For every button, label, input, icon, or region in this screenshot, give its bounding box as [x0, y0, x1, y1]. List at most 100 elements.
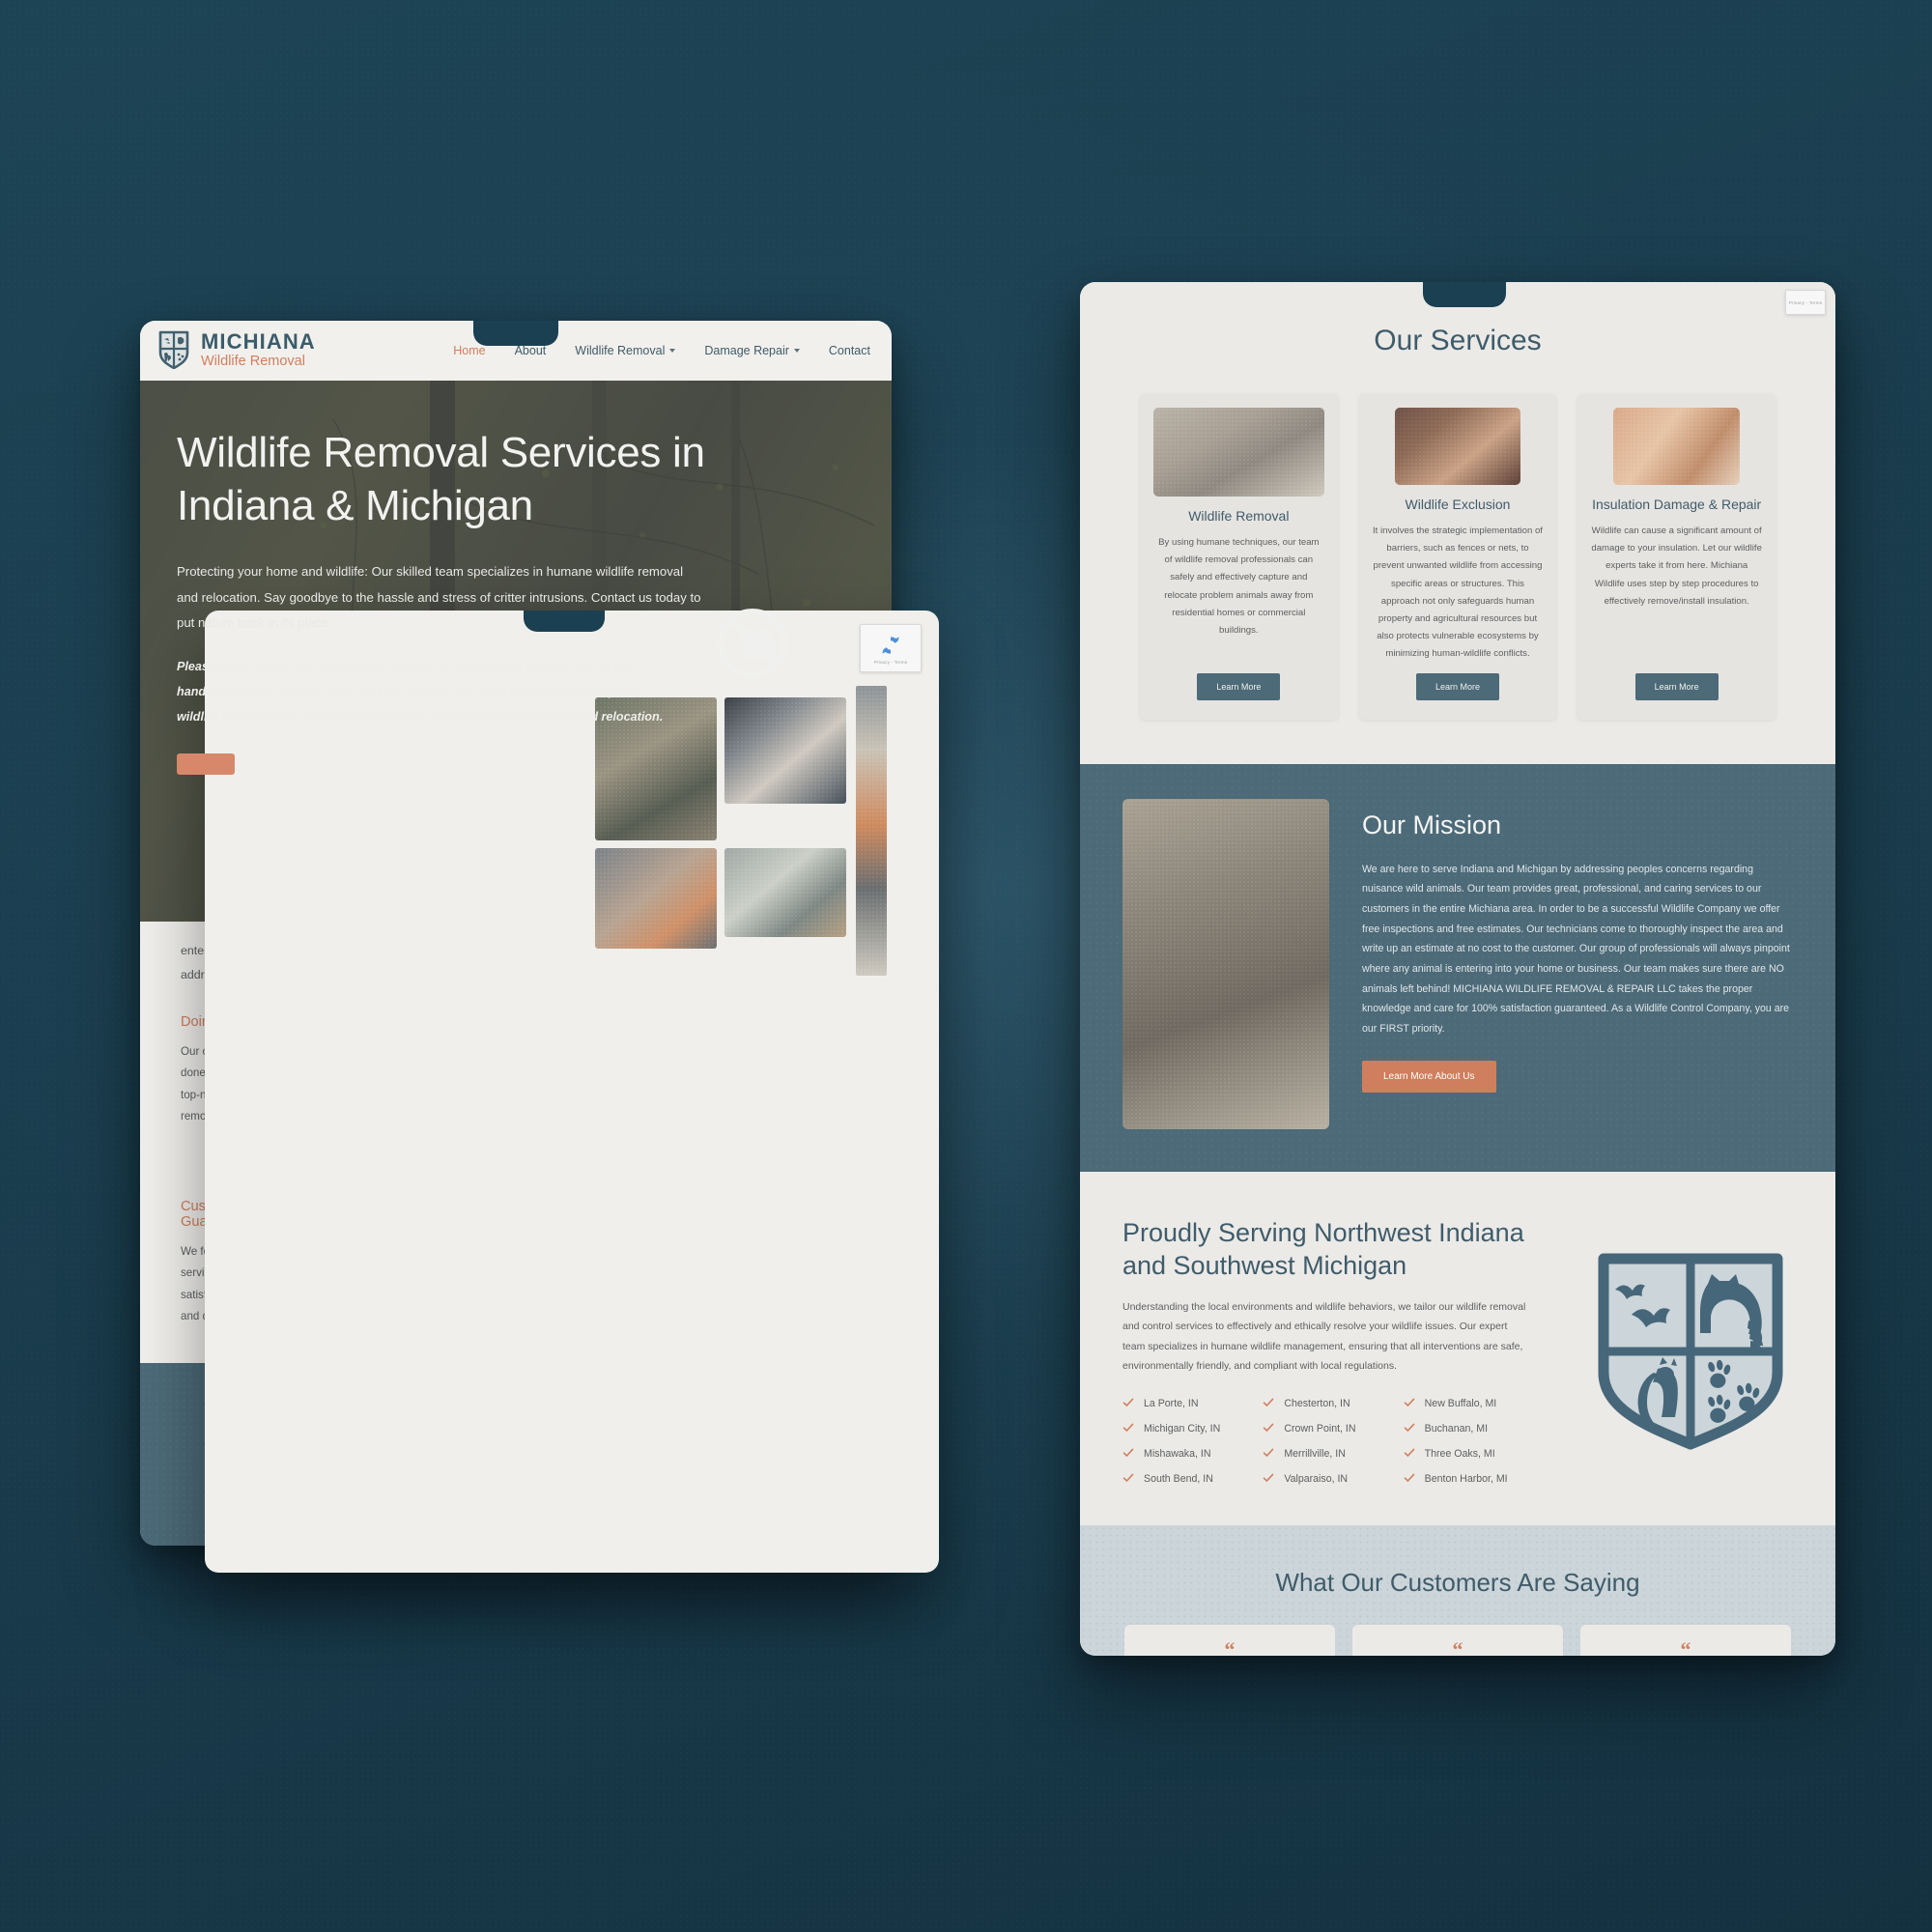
our-services-heading: Our Services — [1374, 325, 1542, 356]
city-label: New Buffalo, MI — [1424, 1398, 1497, 1410]
shield-logo-icon — [157, 328, 190, 374]
main-nav: Home About Wildlife Removal Damage Repai… — [453, 344, 870, 357]
city-item: South Bend, IN — [1122, 1472, 1257, 1487]
learn-more-button[interactable]: Learn More — [1415, 672, 1499, 700]
service-title: Insulation Damage & Repair — [1592, 497, 1762, 512]
city-label: La Porte, IN — [1144, 1398, 1199, 1410]
service-city-grid: La Porte, IN Chesterton, IN New Buffalo,… — [1122, 1397, 1538, 1487]
serving-paragraph: Understanding the local environments and… — [1122, 1301, 1526, 1372]
animal-cage-photo — [724, 848, 846, 937]
check-icon — [1263, 1472, 1274, 1487]
testimonial-card[interactable]: “ — [1124, 1624, 1335, 1656]
our-mission-heading: Our Mission — [1362, 810, 1502, 839]
learn-more-button[interactable]: Learn More — [1634, 672, 1719, 700]
check-icon — [1122, 1447, 1134, 1462]
shield-crest-icon — [1588, 1216, 1793, 1487]
learn-more-button[interactable]: Learn More — [1197, 672, 1281, 700]
nav-item-damage-repair[interactable]: Damage Repair — [704, 344, 800, 357]
city-label: Merrillville, IN — [1284, 1448, 1346, 1461]
city-label: Mishawaka, IN — [1144, 1448, 1211, 1461]
hero-note: Please note: We are not a sanctuary, res… — [177, 660, 664, 724]
nav-item-contact[interactable]: Contact — [829, 344, 870, 357]
service-title: Wildlife Exclusion — [1405, 497, 1511, 512]
check-icon — [1404, 1472, 1415, 1487]
serving-heading: Proudly Serving Northwest Indiana and So… — [1122, 1217, 1524, 1280]
check-icon — [1404, 1397, 1415, 1411]
city-label: Three Oaks, MI — [1424, 1448, 1495, 1461]
city-item: Mishawaka, IN — [1122, 1447, 1257, 1462]
testimonials-heading: What Our Customers Are Saying — [1275, 1567, 1640, 1597]
testimonial-card-grid: “ “ “ — [1080, 1598, 1835, 1656]
service-desc: By using humane techniques, our team of … — [1158, 536, 1320, 636]
our-mission-section: Our Mission We are here to serve Indiana… — [1080, 763, 1835, 1172]
recaptcha-badge[interactable]: Privacy - Terms — [860, 624, 922, 672]
opossum-photo — [1153, 408, 1324, 497]
nav-item-home[interactable]: Home — [453, 344, 485, 357]
window-notch — [1423, 282, 1506, 307]
attic-insulation-photo — [1613, 408, 1741, 485]
chevron-down-icon — [793, 349, 800, 353]
city-item: Michigan City, IN — [1122, 1422, 1257, 1436]
city-item: Three Oaks, MI — [1404, 1447, 1538, 1462]
no-domestic-pets-icon — [714, 605, 791, 682]
nav-item-about[interactable]: About — [515, 344, 547, 357]
testimonials-section: What Our Customers Are Saying “ “ “ — [1080, 1524, 1835, 1656]
brand-tagline: Wildlife Removal — [201, 354, 305, 370]
check-icon — [1263, 1447, 1274, 1462]
sidebar-photo-strip — [856, 686, 887, 976]
quote-icon: “ — [1224, 1636, 1236, 1656]
testimonial-card[interactable]: “ — [1352, 1624, 1563, 1656]
recaptcha-badge[interactable]: Privacy - Terms — [1785, 290, 1826, 315]
city-label: Valparaiso, IN — [1284, 1473, 1349, 1486]
city-item: Buchanan, MI — [1404, 1422, 1538, 1436]
city-item: Benton Harbor, MI — [1404, 1472, 1538, 1487]
services-card-grid: Wildlife Removal By using humane techniq… — [1080, 357, 1835, 720]
recaptcha-label: Privacy - Terms — [873, 659, 908, 665]
recaptcha-icon — [882, 636, 899, 654]
city-item: Valparaiso, IN — [1263, 1472, 1397, 1487]
service-title: Wildlife Removal — [1188, 508, 1290, 524]
check-icon — [1122, 1422, 1134, 1436]
quote-icon: “ — [1680, 1636, 1691, 1656]
city-label: Chesterton, IN — [1284, 1398, 1350, 1410]
service-card-wildlife-exclusion[interactable]: Wildlife Exclusion It involves the strat… — [1358, 394, 1557, 720]
roof-repair-photo — [595, 848, 717, 949]
brand-logo[interactable]: MICHIANA Wildlife Removal — [157, 328, 316, 374]
chevron-down-icon — [669, 349, 676, 353]
city-item: Merrillville, IN — [1263, 1447, 1397, 1462]
city-item: La Porte, IN — [1122, 1397, 1257, 1411]
window-notch — [473, 321, 558, 346]
city-label: Benton Harbor, MI — [1424, 1473, 1508, 1486]
testimonial-card[interactable]: “ — [1580, 1624, 1791, 1656]
our-mission-paragraph: We are here to serve Indiana and Michiga… — [1362, 863, 1790, 1035]
service-card-insulation-damage[interactable]: Insulation Damage & Repair Wildlife can … — [1577, 394, 1776, 720]
city-label: Crown Point, IN — [1284, 1423, 1356, 1435]
nav-item-wildlife-removal[interactable]: Wildlife Removal — [575, 344, 676, 357]
opossum-in-trap-photo — [724, 697, 846, 804]
recaptcha-label: Privacy - Terms — [1788, 299, 1823, 305]
hero-heading: Wildlife Removal Services in Indiana & M… — [177, 429, 705, 529]
check-icon — [1122, 1472, 1134, 1487]
check-icon — [1404, 1422, 1415, 1436]
learn-more-about-us-button[interactable]: Learn More About Us — [1362, 1060, 1496, 1093]
bat-photo — [1394, 408, 1521, 485]
city-label: Michigan City, IN — [1144, 1423, 1221, 1435]
check-icon — [1263, 1397, 1274, 1411]
city-label: South Bend, IN — [1144, 1473, 1213, 1486]
city-item: Crown Point, IN — [1263, 1422, 1397, 1436]
city-label: Buchanan, MI — [1424, 1423, 1489, 1435]
service-desc: Wildlife can cause a significant amount … — [1591, 525, 1762, 607]
hero-cta-button[interactable] — [177, 753, 235, 775]
city-item: Chesterton, IN — [1263, 1397, 1397, 1411]
city-item: New Buffalo, MI — [1404, 1397, 1538, 1411]
browser-window-services: Privacy - Terms Our Services Wildlife Re… — [1080, 282, 1835, 1656]
raccoon-on-log-photo — [1122, 798, 1329, 1129]
quote-icon: “ — [1452, 1636, 1463, 1656]
our-services-section: Our Services Wildlife Removal By using h… — [1080, 282, 1835, 764]
service-desc: It involves the strategic implementation… — [1373, 525, 1543, 660]
hero-paragraph: Protecting your home and wildlife: Our s… — [177, 564, 701, 630]
check-icon — [1404, 1447, 1415, 1462]
serving-area-section: Proudly Serving Northwest Indiana and So… — [1080, 1171, 1835, 1525]
check-icon — [1122, 1397, 1134, 1411]
service-card-wildlife-removal[interactable]: Wildlife Removal By using humane techniq… — [1140, 394, 1338, 720]
